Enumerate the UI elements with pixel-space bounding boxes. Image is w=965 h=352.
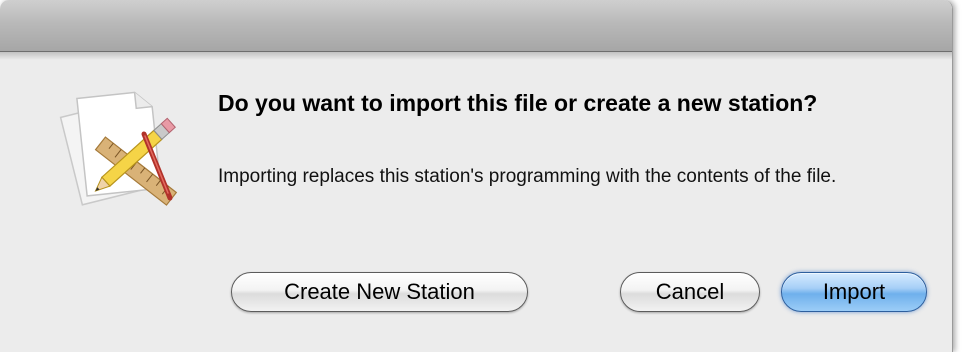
title-bar[interactable] <box>0 0 952 52</box>
create-new-station-button[interactable]: Create New Station <box>231 272 528 312</box>
import-button[interactable]: Import <box>781 272 927 312</box>
window: Do you want to import this file or creat… <box>0 0 953 352</box>
alert-message: Importing replaces this station's progra… <box>218 166 837 187</box>
cancel-button[interactable]: Cancel <box>620 272 760 312</box>
alert-heading: Do you want to import this file or creat… <box>218 90 818 116</box>
document-pencil-ruler-icon <box>59 91 178 206</box>
sheet-shadow <box>0 52 952 60</box>
screen: Do you want to import this file or creat… <box>0 0 965 352</box>
